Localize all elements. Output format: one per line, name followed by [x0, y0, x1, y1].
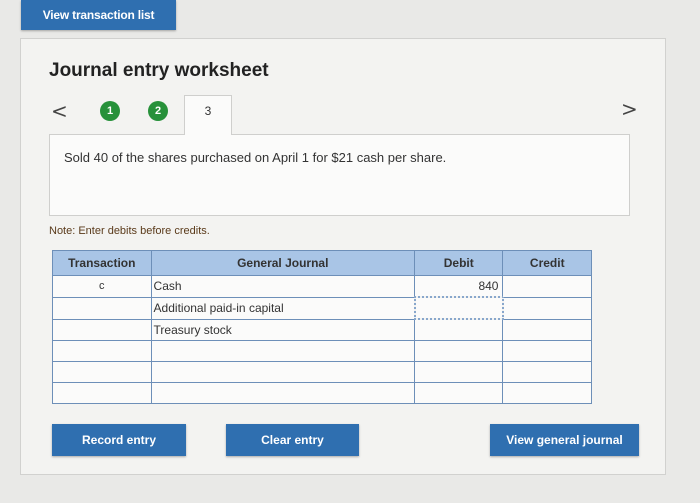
account-cell[interactable]: Treasury stock [150, 318, 416, 341]
next-arrow-icon[interactable]: > [621, 99, 638, 119]
credit-cell[interactable] [502, 296, 592, 320]
credit-cell[interactable] [502, 340, 592, 362]
table-row [52, 382, 592, 404]
general-journal-header: General Journal [150, 250, 416, 276]
table-row [52, 340, 592, 362]
credit-cell[interactable] [502, 361, 592, 383]
journal-worksheet-panel: Journal entry worksheet < 1 2 3 > Sold 4… [20, 38, 666, 475]
account-cell[interactable]: Cash [150, 275, 416, 298]
view-transaction-list-button[interactable]: View transaction list [21, 0, 176, 30]
table-row [52, 361, 592, 383]
account-cell[interactable] [150, 340, 416, 362]
account-cell[interactable] [150, 382, 416, 404]
credit-cell[interactable] [502, 382, 592, 404]
journal-table: Transaction General Journal Debit Credit… [52, 250, 592, 404]
transaction-description: Sold 40 of the shares purchased on April… [64, 150, 447, 165]
debit-header: Debit [413, 250, 504, 276]
worksheet-title: Journal entry worksheet [49, 60, 269, 81]
view-general-journal-button[interactable]: View general journal [490, 424, 639, 456]
transaction-cell[interactable]: c [52, 275, 152, 298]
step-2-button[interactable]: 2 [148, 101, 168, 121]
table-row: c Cash 840 [52, 275, 592, 298]
credit-header: Credit [502, 250, 592, 276]
debit-cell[interactable] [413, 296, 504, 320]
transaction-header: Transaction [52, 250, 152, 276]
transaction-cell[interactable] [52, 382, 152, 404]
debit-cell[interactable]: 840 [413, 275, 504, 298]
record-entry-button[interactable]: Record entry [52, 424, 186, 456]
step-1-button[interactable]: 1 [100, 101, 120, 121]
clear-entry-button[interactable]: Clear entry [226, 424, 359, 456]
transaction-cell[interactable] [52, 318, 152, 341]
transaction-cell[interactable] [52, 361, 152, 383]
table-row: Treasury stock [52, 318, 592, 341]
debit-cell[interactable] [413, 382, 504, 404]
table-row: Additional paid-in capital [52, 296, 592, 320]
debit-credit-note: Note: Enter debits before credits. [49, 225, 210, 237]
debit-cell[interactable] [413, 318, 504, 341]
debit-cell[interactable] [413, 361, 504, 383]
credit-cell[interactable] [502, 275, 592, 298]
step-3-tab[interactable]: 3 [184, 95, 232, 135]
prev-arrow-icon[interactable]: < [51, 101, 68, 121]
debit-cell[interactable] [413, 340, 504, 362]
credit-cell[interactable] [502, 318, 592, 341]
transaction-cell[interactable] [52, 340, 152, 362]
account-cell[interactable]: Additional paid-in capital [150, 296, 416, 320]
transaction-cell[interactable] [52, 296, 152, 320]
transaction-description-box: Sold 40 of the shares purchased on April… [49, 134, 630, 216]
account-cell[interactable] [150, 361, 416, 383]
